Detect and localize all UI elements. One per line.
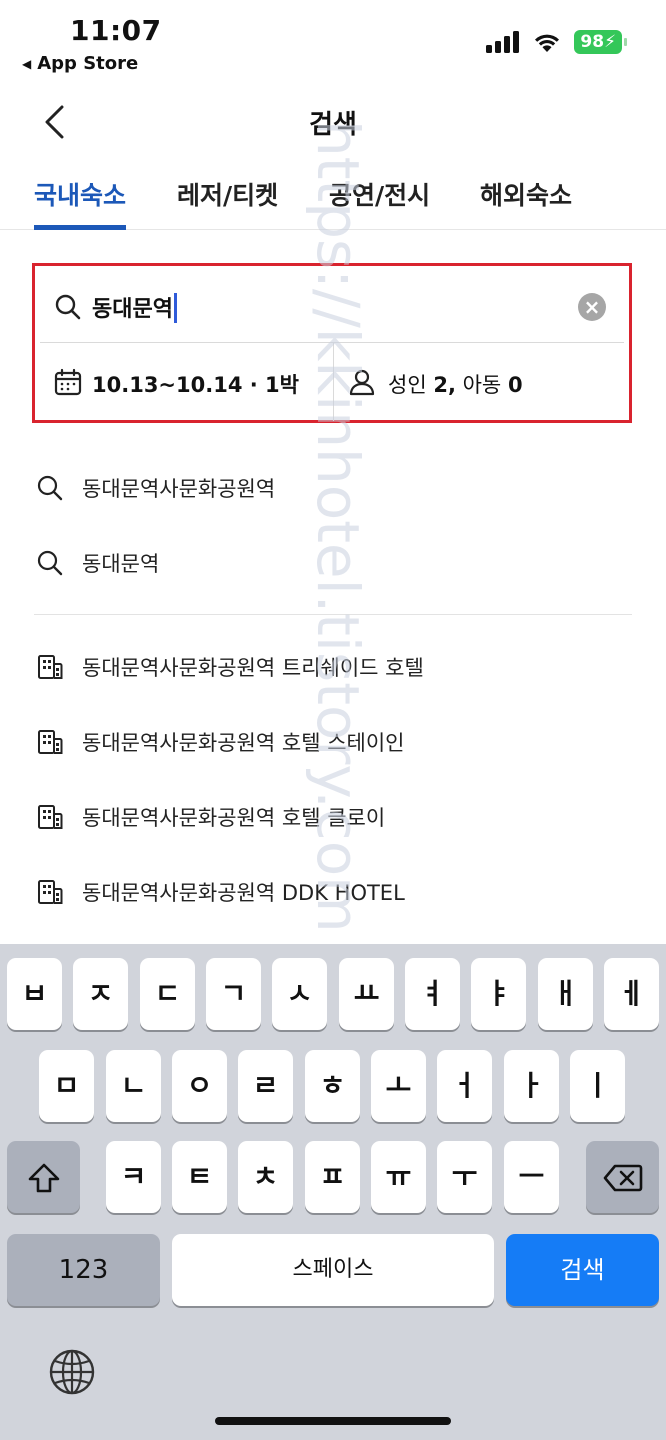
key-eo[interactable]: ㅓ [437,1050,492,1122]
key-j[interactable]: ㅈ [73,958,128,1030]
key-n[interactable]: ㄴ [106,1050,161,1122]
key-yeo[interactable]: ㅕ [405,958,460,1030]
adult-label: 성인 [388,373,427,397]
child-count: 0 [507,373,523,397]
hotel-suggestion-label: 동대문역사문화공원역 DDK HOTEL [82,881,405,905]
key-o[interactable]: ㅗ [371,1050,426,1122]
calendar-icon [54,368,82,396]
building-icon [38,655,63,679]
date-selector[interactable]: 10.13~10.14 · 1박 [40,343,334,421]
shift-icon [28,1163,59,1193]
search-value-text: 동대문역 [92,297,173,322]
battery-level: 98 [580,32,605,52]
building-icon [38,805,63,829]
child-label: 아동 [462,373,502,397]
adult-count: 2, [433,373,456,397]
key-t[interactable]: ㅌ [172,1141,227,1213]
key-p[interactable]: ㅍ [305,1141,360,1213]
key-eu[interactable]: ㅡ [504,1141,559,1213]
keyboard: ㅂ ㅈ ㄷ ㄱ ㅅ ㅛ ㅕ ㅑ ㅐ ㅔ ㅁ ㄴ ㅇ ㄹ ㅎ ㅗ ㅓ ㅏ ㅣ ㅋ … [0,944,666,1440]
key-r[interactable]: ㄹ [238,1050,293,1122]
key-ya[interactable]: ㅑ [471,958,526,1030]
hotel-suggestion-item[interactable]: 동대문역사문화공원역 트리쉐이드 호텔 [36,642,424,692]
key-i[interactable]: ㅣ [570,1050,625,1122]
text-caret [173,293,177,323]
back-to-app-label: App Store [37,53,139,74]
person-icon [349,369,375,396]
tab-performance-exhibition[interactable]: 공연/전시 [329,176,430,230]
key-k[interactable]: ㅋ [106,1141,161,1213]
search-icon [37,550,63,576]
home-indicator [215,1417,451,1425]
guest-count: 성인 2, 아동 0 [388,369,523,399]
key-a[interactable]: ㅏ [504,1050,559,1122]
key-ng[interactable]: ㅇ [172,1050,227,1122]
key-h[interactable]: ㅎ [305,1050,360,1122]
date-range: 10.13~10.14 · 1박 [92,373,299,397]
globe-icon[interactable] [48,1348,96,1396]
key-d[interactable]: ㄷ [140,958,195,1030]
building-icon [38,730,63,754]
tab-overseas-stay[interactable]: 해외숙소 [480,176,572,230]
divider [34,614,632,615]
backspace-key[interactable] [586,1141,659,1213]
hotel-suggestion-label: 동대문역사문화공원역 트리쉐이드 호텔 [82,656,424,680]
key-b[interactable]: ㅂ [7,958,62,1030]
key-e[interactable]: ㅔ [604,958,659,1030]
hotel-suggestion-item[interactable]: 동대문역사문화공원역 DDK HOTEL [36,867,405,917]
guest-selector[interactable]: 성인 2, 아동 0 [334,343,624,421]
status-icons: 98⚡ [486,30,627,54]
hotel-suggestion-item[interactable]: 동대문역사문화공원역 호텔 스테이인 [36,717,404,767]
back-triangle-icon: ◀ [22,56,32,71]
hotel-suggestion-label: 동대문역사문화공원역 호텔 스테이인 [82,731,405,755]
key-ae[interactable]: ㅐ [538,958,593,1030]
search-box: 동대문역 × 10.13~10.14 · 1박 성인 2, 아동 0 [32,263,632,423]
space-key[interactable]: 스페이스 [172,1234,494,1306]
hotel-suggestion-item[interactable]: 동대문역사문화공원역 호텔 클로이 [36,792,385,842]
key-yo[interactable]: ㅛ [339,958,394,1030]
clear-icon[interactable]: × [578,293,606,321]
key-u[interactable]: ㅜ [437,1141,492,1213]
key-g[interactable]: ㄱ [206,958,261,1030]
tab-leisure-ticket[interactable]: 레저/티켓 [177,176,278,230]
key-ch[interactable]: ㅊ [238,1141,293,1213]
search-key[interactable]: 검색 [506,1234,659,1306]
back-to-app-link[interactable]: ◀ App Store [22,53,138,74]
search-input[interactable]: 동대문역 × [40,271,624,343]
building-icon [38,880,63,904]
keyword-suggestion-item[interactable]: 동대문역 [36,538,159,588]
category-tabs: 국내숙소 레저/티켓 공연/전시 해외숙소 [0,168,666,230]
status-time: 11:07 [70,14,162,47]
battery-icon: 98⚡ [574,30,627,54]
page-title: 검색 [309,110,357,140]
hotel-suggestion-label: 동대문역사문화공원역 호텔 클로이 [82,806,386,830]
backspace-icon [603,1164,642,1192]
signal-icon [486,31,520,53]
keyword-suggestion-label: 동대문역사문화공원역 [82,477,276,501]
search-icon [55,294,81,320]
key-s[interactable]: ㅅ [272,958,327,1030]
search-icon [37,475,63,501]
tab-domestic-stay[interactable]: 국내숙소 [34,176,127,230]
keyword-suggestion-label: 동대문역 [82,552,160,576]
key-yu[interactable]: ㅠ [371,1141,426,1213]
keyword-suggestion-item[interactable]: 동대문역사문화공원역 [36,463,275,513]
search-value[interactable]: 동대문역 [92,291,177,323]
key-m[interactable]: ㅁ [39,1050,94,1122]
wifi-icon [535,34,560,52]
numbers-key[interactable]: 123 [7,1234,160,1306]
shift-key[interactable] [7,1141,80,1213]
